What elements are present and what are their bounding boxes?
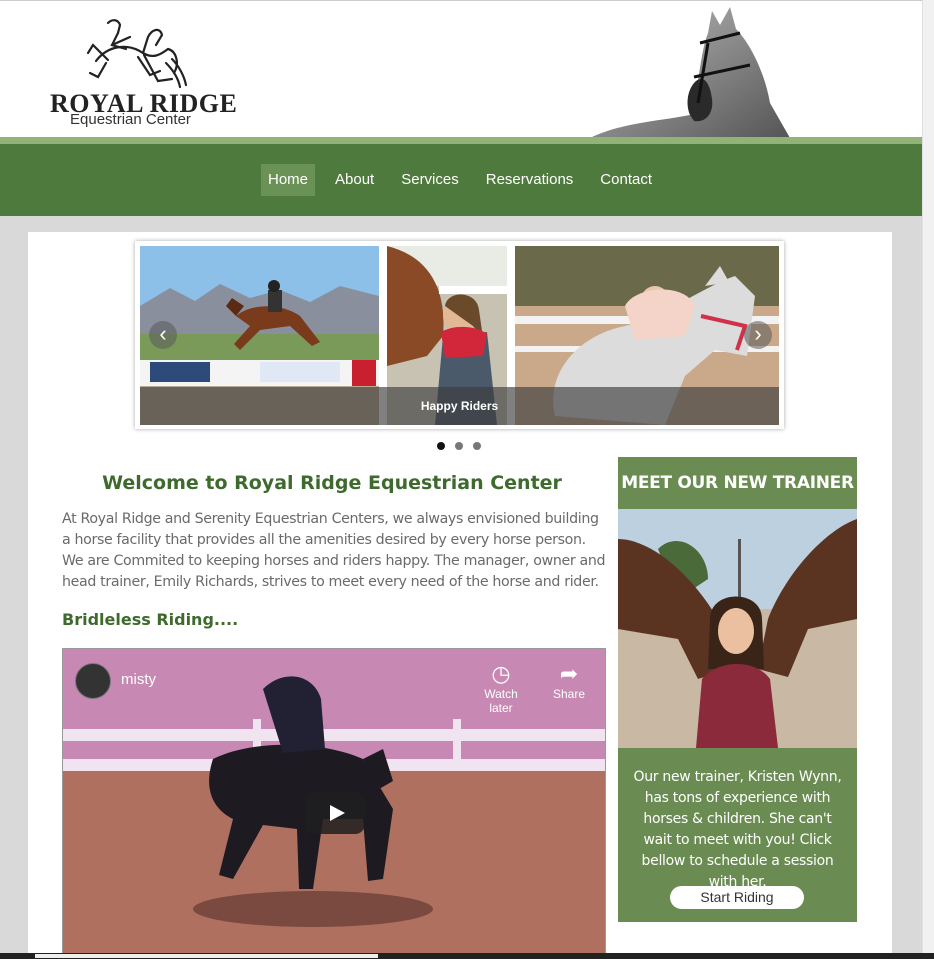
- watch-later-button[interactable]: ◷ Watch later: [471, 661, 531, 715]
- share-button[interactable]: ➦ Share: [539, 661, 599, 701]
- video-title[interactable]: misty: [121, 671, 156, 688]
- header-stripe: [0, 137, 922, 144]
- trainer-description: Our new trainer, Kristen Wynn, has tons …: [633, 769, 842, 890]
- site-header: ROYAL RIDGE Equestrian Center: [0, 0, 922, 138]
- bridleless-heading: Bridleless Riding....: [62, 610, 239, 629]
- brand-subtitle: Equestrian Center: [70, 111, 191, 128]
- nav-about[interactable]: About: [328, 164, 381, 196]
- slider-dots: [437, 442, 481, 450]
- horizontal-scrollbar[interactable]: [0, 953, 934, 959]
- page: ROYAL RIDGE Equestrian Center Home About…: [0, 0, 922, 959]
- slider-next-button[interactable]: ›: [744, 321, 772, 349]
- start-riding-button[interactable]: Start Riding: [670, 886, 804, 909]
- nav-home[interactable]: Home: [261, 164, 316, 196]
- image-slider[interactable]: Happy Riders ‹ ›: [135, 241, 784, 429]
- share-label: Share: [552, 687, 586, 701]
- share-arrow-icon: ➦: [559, 661, 579, 686]
- main-nav: Home About Services Reservations Contact: [0, 144, 922, 216]
- video-embed[interactable]: misty ◷ Watch later ➦ Share: [62, 648, 606, 956]
- clock-icon: ◷: [491, 661, 511, 686]
- slider-caption: Happy Riders: [140, 387, 779, 425]
- welcome-heading: Welcome to Royal Ridge Equestrian Center: [102, 472, 562, 494]
- chevron-left-icon: ‹: [159, 321, 167, 346]
- watch-later-label: Watch later: [484, 687, 518, 715]
- slider-dot-1[interactable]: [437, 442, 445, 450]
- trainer-panel: MEET OUR NEW TRAINER Our new trainer, Kr…: [618, 457, 857, 922]
- slider-dot-2[interactable]: [455, 442, 463, 450]
- vertical-scrollbar[interactable]: [922, 0, 934, 959]
- intro-paragraph: At Royal Ridge and Serenity Equestrian C…: [62, 511, 606, 590]
- nav-reservations[interactable]: Reservations: [479, 164, 581, 196]
- chevron-right-icon: ›: [754, 321, 762, 346]
- nav-services[interactable]: Services: [394, 164, 466, 196]
- channel-avatar[interactable]: [75, 663, 111, 699]
- main-content: Happy Riders ‹ › Welcome to Royal Ridge …: [28, 232, 892, 959]
- play-button[interactable]: [305, 792, 365, 834]
- slider-prev-button[interactable]: ‹: [149, 321, 177, 349]
- horse-head-image: [590, 7, 790, 138]
- scroll-thumb[interactable]: [35, 954, 378, 958]
- nav-contact[interactable]: Contact: [593, 164, 659, 196]
- trainer-heading: MEET OUR NEW TRAINER: [621, 473, 854, 493]
- slider-dot-3[interactable]: [473, 442, 481, 450]
- trainer-photo: [618, 509, 857, 748]
